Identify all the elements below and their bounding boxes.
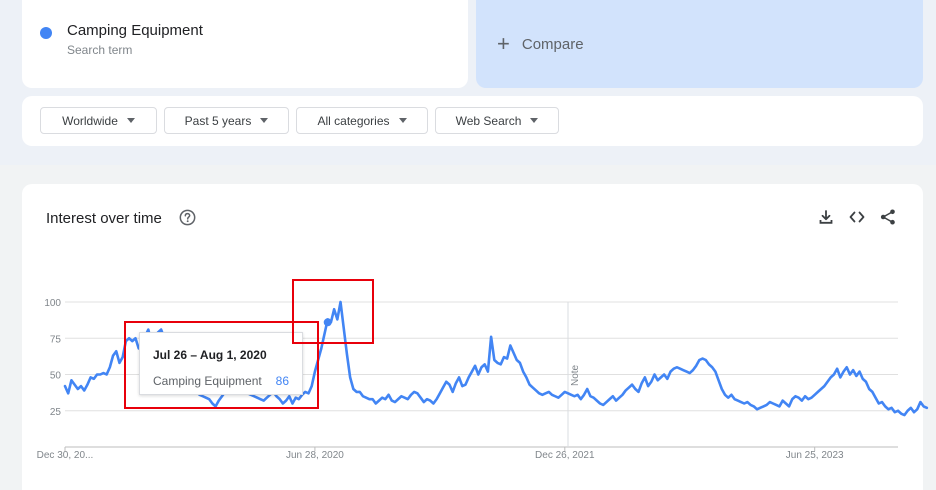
interest-line-chart[interactable]: 25 50 75 100 Dec 30, 20... Jun 28, 2020 Dec 2… <box>0 0 936 490</box>
note-label[interactable]: Note <box>570 364 581 386</box>
x-tick-label: Jun 25, 2023 <box>786 450 844 461</box>
x-tick-label: Jun 28, 2020 <box>286 450 344 461</box>
y-tick-label: 25 <box>50 407 62 418</box>
y-tick-label: 100 <box>44 298 61 309</box>
x-tick-label: Dec 30, 20... <box>37 450 94 461</box>
highlight-box-tooltip <box>124 321 319 409</box>
y-tick-label: 50 <box>50 371 62 382</box>
y-tick-label: 75 <box>50 334 62 345</box>
highlight-box-peak <box>292 279 374 344</box>
x-tick-label: Dec 26, 2021 <box>535 450 595 461</box>
